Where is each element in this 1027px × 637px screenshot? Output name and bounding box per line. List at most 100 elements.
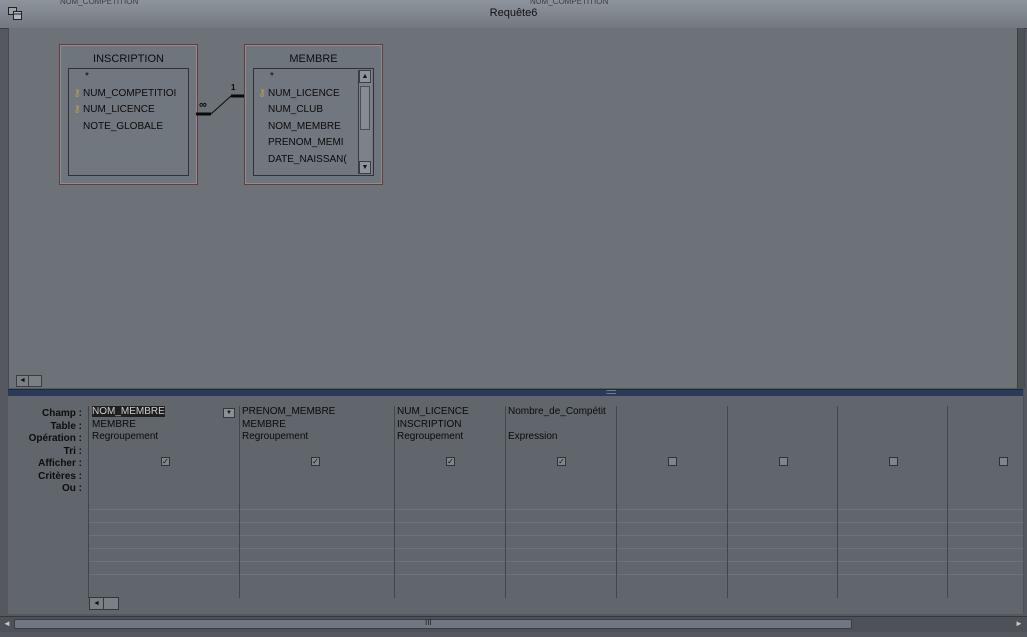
- show-checkbox[interactable]: [889, 457, 898, 466]
- table-design-pane[interactable]: INSCRIPTION * ⚷ NUM_COMPETITIOI ⚷ NUM_LICE…: [8, 28, 1025, 388]
- operation-cell[interactable]: Regroupement: [89, 431, 239, 444]
- champ-cell[interactable]: Nombre_de_Compétit: [505, 406, 616, 419]
- grid-column[interactable]: PRENOM_MEMBRE MEMBRE Regroupement ✓: [239, 406, 395, 598]
- tri-cell[interactable]: [394, 444, 505, 457]
- grid-column[interactable]: [837, 406, 948, 598]
- operation-cell[interactable]: [616, 431, 727, 444]
- afficher-cell[interactable]: [727, 456, 837, 469]
- champ-cell[interactable]: [947, 406, 1024, 419]
- table-membre[interactable]: MEMBRE * ⚷ NUM_LICENCE NUM_CLUB NOM_MEMBR…: [244, 44, 383, 185]
- field-item[interactable]: ⚷ NUM_LICENCE: [69, 102, 188, 119]
- afficher-cell[interactable]: ✓: [394, 456, 505, 469]
- grid-scrollbar[interactable]: ◄: [89, 597, 119, 610]
- scroll-left-icon[interactable]: ◄: [1, 619, 13, 628]
- field-label: NUM_COMPETITIOI: [83, 87, 177, 99]
- field-list[interactable]: * ⚷ NUM_LICENCE NUM_CLUB NOM_MEMBRE PRENO…: [253, 68, 374, 176]
- field-item[interactable]: ⚷ NUM_COMPETITIOI: [69, 86, 188, 103]
- show-checkbox[interactable]: ✓: [446, 457, 455, 466]
- tri-cell[interactable]: [239, 444, 394, 457]
- row-label-ou: Ou :: [62, 483, 82, 494]
- scroll-right-icon[interactable]: ►: [1013, 619, 1025, 628]
- table-cell[interactable]: MEMBRE: [89, 419, 239, 432]
- operation-cell[interactable]: Regroupement: [239, 431, 394, 444]
- tri-cell[interactable]: [837, 444, 947, 457]
- scroll-left-icon[interactable]: ◄: [90, 598, 104, 609]
- design-pane-scrollbar[interactable]: ◄: [16, 375, 42, 387]
- champ-cell[interactable]: [727, 406, 837, 419]
- afficher-cell[interactable]: [837, 456, 947, 469]
- afficher-cell[interactable]: ✓: [89, 456, 239, 469]
- field-label: NOM_MEMBRE: [268, 120, 341, 132]
- grid-column[interactable]: [616, 406, 728, 598]
- afficher-cell[interactable]: [947, 456, 1024, 469]
- afficher-cell[interactable]: ✓: [505, 456, 616, 469]
- operation-cell[interactable]: Regroupement: [394, 431, 505, 444]
- table-title: INSCRIPTION: [93, 53, 164, 65]
- table-cell[interactable]: [727, 419, 837, 432]
- table-cell[interactable]: [616, 419, 727, 432]
- operation-cell[interactable]: [837, 431, 947, 444]
- champ-cell[interactable]: NOM_MEMBRE ▼: [89, 406, 239, 419]
- tri-cell[interactable]: [727, 444, 837, 457]
- row-label-operation: Opération :: [28, 433, 82, 444]
- field-list[interactable]: * ⚷ NUM_COMPETITIOI ⚷ NUM_LICENCE NOTE_GLO…: [68, 68, 189, 176]
- tri-cell[interactable]: [616, 444, 727, 457]
- operation-cell[interactable]: [727, 431, 837, 444]
- field-label: PRENOM_MEMI: [268, 137, 344, 148]
- field-item[interactable]: NUM_CLUB: [254, 102, 373, 119]
- afficher-cell[interactable]: ✓: [239, 456, 394, 469]
- field-item[interactable]: PRENOM_MEMI: [254, 135, 373, 152]
- champ-cell[interactable]: NUM_LICENCE: [394, 406, 505, 419]
- grid-column[interactable]: [947, 406, 1024, 598]
- thumb-grip: III: [425, 618, 432, 627]
- show-checkbox[interactable]: ✓: [161, 457, 170, 466]
- scroll-down-icon[interactable]: ▼: [359, 161, 371, 174]
- field-item[interactable]: NOTE_GLOBALE: [69, 119, 188, 136]
- field-list-scrollbar[interactable]: ▲ ▼: [358, 70, 372, 174]
- grid-row-labels: Champ : Table : Opération : Tri : Affich…: [8, 408, 82, 496]
- champ-cell[interactable]: [837, 406, 947, 419]
- field-item-all[interactable]: *: [254, 69, 373, 86]
- primary-key-icon: ⚷: [73, 104, 81, 115]
- table-cell[interactable]: MEMBRE: [239, 419, 394, 432]
- show-checkbox[interactable]: [999, 457, 1008, 466]
- grid-column[interactable]: Nombre_de_Compétit Expression ✓: [505, 406, 617, 598]
- table-inscription[interactable]: INSCRIPTION * ⚷ NUM_COMPETITIOI ⚷ NUM_LICE…: [59, 44, 198, 185]
- field-item[interactable]: NOM_MEMBRE: [254, 119, 373, 136]
- champ-cell[interactable]: [616, 406, 727, 419]
- table-cell[interactable]: [505, 419, 616, 432]
- operation-cell[interactable]: [947, 431, 1024, 444]
- scroll-left-icon[interactable]: ◄: [17, 376, 29, 386]
- champ-value[interactable]: NOM_MEMBRE: [92, 406, 165, 417]
- row-label-criteres: Critères :: [38, 470, 82, 482]
- tri-cell[interactable]: [947, 444, 1024, 457]
- afficher-cell[interactable]: [616, 456, 727, 469]
- table-cell[interactable]: [837, 419, 947, 432]
- champ-cell[interactable]: PRENOM_MEMBRE: [239, 406, 394, 419]
- show-checkbox[interactable]: ✓: [557, 457, 566, 466]
- show-checkbox[interactable]: [668, 457, 677, 466]
- chevron-down-icon[interactable]: ▼: [223, 408, 235, 418]
- grid-columns[interactable]: NOM_MEMBRE ▼ MEMBRE Regroupement ✓ PRENOM…: [88, 406, 1024, 598]
- field-label: NUM_LICENCE: [83, 104, 155, 115]
- table-cell[interactable]: INSCRIPTION: [394, 419, 505, 432]
- scroll-up-icon[interactable]: ▲: [359, 70, 371, 83]
- query-grid[interactable]: Champ : Table : Opération : Tri : Affich…: [8, 396, 1023, 614]
- field-item[interactable]: DATE_NAISSAN(: [254, 152, 373, 169]
- field-item-all[interactable]: *: [69, 69, 188, 86]
- field-item[interactable]: ⚷ NUM_LICENCE: [254, 86, 373, 103]
- main-horizontal-scrollbar[interactable]: ◄ III ►: [0, 616, 1027, 632]
- scroll-thumb[interactable]: III: [14, 618, 852, 629]
- operation-cell[interactable]: Expression: [505, 431, 616, 444]
- grid-column[interactable]: [727, 406, 838, 598]
- splitter-grip[interactable]: ::::::::::: [606, 389, 617, 396]
- grid-column[interactable]: NUM_LICENCE INSCRIPTION Regroupement ✓: [394, 406, 506, 598]
- window-title: Requête6: [489, 7, 538, 19]
- scroll-thumb[interactable]: [360, 86, 370, 130]
- show-checkbox[interactable]: ✓: [311, 457, 320, 466]
- grid-column[interactable]: NOM_MEMBRE ▼ MEMBRE Regroupement ✓: [89, 406, 240, 598]
- tri-cell[interactable]: [505, 444, 616, 457]
- show-checkbox[interactable]: [779, 457, 788, 466]
- tri-cell[interactable]: [89, 444, 239, 457]
- table-cell[interactable]: [947, 419, 1024, 432]
